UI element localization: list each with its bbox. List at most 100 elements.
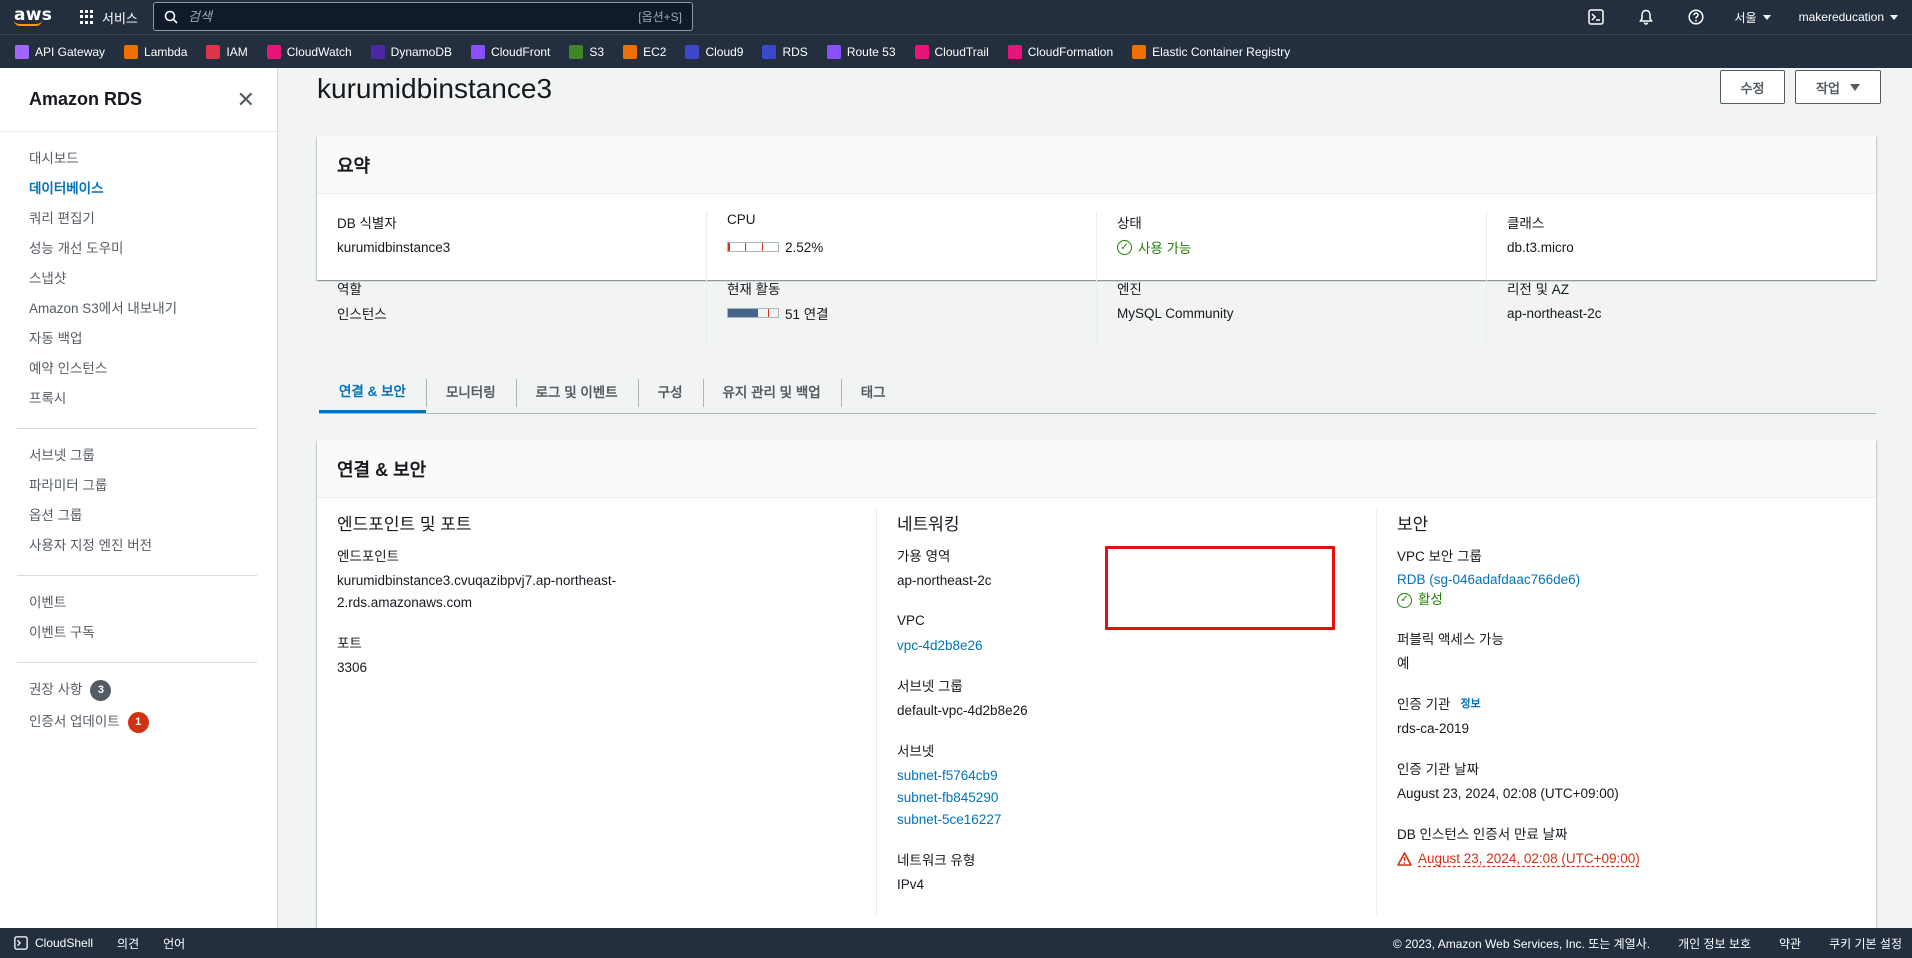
favorite-rds[interactable]: RDS <box>762 44 808 59</box>
service-icon <box>569 44 584 59</box>
favorite-route-53[interactable]: Route 53 <box>826 44 896 59</box>
region-label: 리전 및 AZ <box>1507 282 1570 297</box>
role-value: 인스턴스 <box>337 307 387 322</box>
favorite-elastic-container-registry[interactable]: Elastic Container Registry <box>1132 44 1290 59</box>
help-icon[interactable] <box>1671 0 1721 34</box>
sidebar-item-events-0[interactable]: 이벤트 <box>29 588 277 618</box>
service-icon <box>762 44 777 59</box>
cloudshell-button[interactable]: CloudShell <box>14 936 93 950</box>
subnet-link[interactable]: subnet-fb845290 <box>897 787 1376 809</box>
ca-date-value: August 23, 2024, 02:08 (UTC+09:00) <box>1397 786 1619 801</box>
tab-0[interactable]: 연결 & 보안 <box>319 369 426 413</box>
ca-value: rds-ca-2019 <box>1397 721 1470 736</box>
security-group-link[interactable]: RDB (sg-046adafdaac766de6) <box>1397 570 1876 590</box>
tab-1[interactable]: 모니터링 <box>425 369 516 413</box>
service-icon <box>1132 44 1147 59</box>
actions-button[interactable]: 작업 <box>1795 70 1881 104</box>
ca-date-label: 인증 기관 날짜 <box>1397 762 1480 777</box>
cloudshell-icon[interactable] <box>1571 0 1621 34</box>
subnet-group-label: 서브넷 그룹 <box>897 679 963 694</box>
class-value: db.t3.micro <box>1507 239 1574 255</box>
privacy-link[interactable]: 개인 정보 보호 <box>1678 935 1751 952</box>
favorite-cloudwatch[interactable]: CloudWatch <box>266 44 352 59</box>
close-icon[interactable]: ✕ <box>237 88 255 111</box>
sidebar-item-main-3[interactable]: 성능 개선 도우미 <box>29 234 277 264</box>
subnet-link[interactable]: subnet-f5764cb9 <box>897 765 1376 787</box>
sidebar-item-config-3[interactable]: 사용자 지정 엔진 버전 <box>29 531 277 561</box>
search-box[interactable]: [옵션+S] <box>153 2 693 31</box>
activity-value: 51 연결 <box>785 307 829 322</box>
service-icon <box>370 44 385 59</box>
favorite-cloudfront[interactable]: CloudFront <box>471 44 550 59</box>
search-input[interactable] <box>188 9 639 24</box>
sidebar-item-main-1[interactable]: 데이터베이스 <box>29 174 277 204</box>
warning-icon <box>1397 852 1412 866</box>
subnet-link[interactable]: subnet-5ce16227 <box>897 809 1376 831</box>
port-value: 3306 <box>337 660 368 675</box>
vpc-link[interactable]: vpc-4d2b8e26 <box>897 638 983 653</box>
engine-label: 엔진 <box>1117 282 1142 297</box>
favorite-s3[interactable]: S3 <box>569 44 604 59</box>
modify-button[interactable]: 수정 <box>1720 70 1785 104</box>
tab-5[interactable]: 태그 <box>840 369 906 413</box>
sidebar-item-main-6[interactable]: 자동 백업 <box>29 324 277 354</box>
favorite-ec2[interactable]: EC2 <box>623 44 666 59</box>
network-type-label: 네트워크 유형 <box>897 853 976 868</box>
favorite-cloudtrail[interactable]: CloudTrail <box>914 44 989 59</box>
tab-3[interactable]: 구성 <box>637 369 703 413</box>
sidebar-item-config-2[interactable]: 옵션 그룹 <box>29 501 277 531</box>
public-access-value: 예 <box>1397 656 1410 671</box>
sidebar-item-cert-update[interactable]: 인증서 업데이트 1 <box>29 707 277 737</box>
cookie-preferences-link[interactable]: 쿠키 기본 설정 <box>1829 935 1902 952</box>
services-menu-button[interactable]: 서비스 <box>80 8 138 27</box>
favorite-lambda[interactable]: Lambda <box>124 44 187 59</box>
connectivity-panel: 연결 & 보안 엔드포인트 및 포트 엔드포인트 kurumidbinstanc… <box>317 440 1876 928</box>
notifications-bell-icon[interactable] <box>1621 0 1671 34</box>
db-id-value: kurumidbinstance3 <box>337 239 451 255</box>
sidebar-item-events-1[interactable]: 이벤트 구독 <box>29 618 277 648</box>
sidebar-item-main-2[interactable]: 쿼리 편집기 <box>29 204 277 234</box>
ca-label: 인증 기관 <box>1397 697 1451 712</box>
region-selector[interactable]: 서울 <box>1735 9 1771 26</box>
sidebar-item-main-5[interactable]: Amazon S3에서 내보내기 <box>29 294 277 324</box>
favorite-cloudformation[interactable]: CloudFormation <box>1007 44 1113 59</box>
sidebar-group-config: 서브넷 그룹 파라미터 그룹 옵션 그룹 사용자 지정 엔진 버전 <box>0 429 277 575</box>
tab-2[interactable]: 로그 및 이벤트 <box>515 369 638 413</box>
service-icon <box>826 44 841 59</box>
sidebar-item-main-0[interactable]: 대시보드 <box>29 144 277 174</box>
sidebar-item-main-4[interactable]: 스냅샷 <box>29 264 277 294</box>
public-access-label: 퍼블릭 액세스 가능 <box>1397 632 1504 647</box>
endpoint-value[interactable]: kurumidbinstance3.cvuqazibpvj7.ap-northe… <box>337 570 816 614</box>
favorite-iam[interactable]: IAM <box>206 44 248 59</box>
cert-expiry-label: DB 인스턴스 인증서 만료 날짜 <box>1397 827 1568 842</box>
tab-4[interactable]: 유지 관리 및 백업 <box>702 369 841 413</box>
activity-bar <box>727 308 779 318</box>
sidebar-title[interactable]: Amazon RDS <box>29 89 142 110</box>
sidebar-item-config-1[interactable]: 파라미터 그룹 <box>29 471 277 501</box>
favorite-cloud9[interactable]: Cloud9 <box>685 44 743 59</box>
network-type-value: IPv4 <box>897 877 925 892</box>
sidebar-item-main-7[interactable]: 예약 인스턴스 <box>29 354 277 384</box>
sidebar-item-recommendations[interactable]: 권장 사항 3 <box>29 675 277 705</box>
cert-expiry-value[interactable]: August 23, 2024, 02:08 (UTC+09:00) <box>1397 848 1876 870</box>
security-group-status: 활성 <box>1418 592 1443 607</box>
summary-heading: 요약 <box>317 136 1876 194</box>
account-menu[interactable]: makereducation <box>1799 10 1898 24</box>
subnets-label: 서브넷 <box>897 744 935 759</box>
sidebar-item-main-8[interactable]: 프록시 <box>29 384 277 414</box>
service-icon <box>266 44 281 59</box>
port-label: 포트 <box>337 636 362 651</box>
favorite-api-gateway[interactable]: API Gateway <box>15 44 105 59</box>
recommendations-count-badge: 3 <box>90 679 112 701</box>
service-icon <box>1007 44 1022 59</box>
ca-info-link[interactable]: 정보 <box>1460 695 1480 711</box>
aws-logo[interactable]: aws <box>0 0 60 34</box>
language-link[interactable]: 언어 <box>163 935 185 952</box>
activity-label: 현재 활동 <box>727 282 781 297</box>
sidebar-item-config-0[interactable]: 서브넷 그룹 <box>29 441 277 471</box>
favorite-dynamodb[interactable]: DynamoDB <box>370 44 452 59</box>
terms-link[interactable]: 약관 <box>1779 935 1801 952</box>
service-icon <box>623 44 638 59</box>
feedback-link[interactable]: 의견 <box>117 935 139 952</box>
service-icon <box>124 44 139 59</box>
